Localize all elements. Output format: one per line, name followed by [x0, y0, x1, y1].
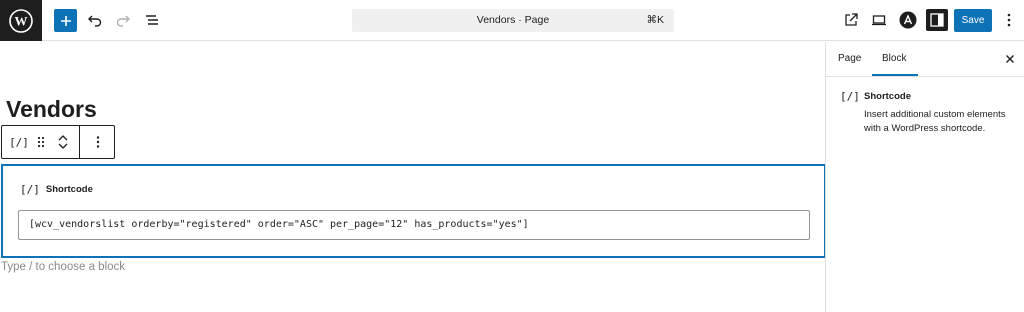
shortcode-value: [wcv_vendorslist orderby="registered" or… [29, 219, 529, 230]
block-card-title: Shortcode [864, 91, 911, 102]
document-title: Vendors · Page [476, 14, 550, 26]
tab-block[interactable]: Block [882, 53, 906, 64]
list-view-button[interactable] [140, 8, 164, 32]
close-sidebar-button[interactable] [1002, 51, 1018, 67]
editor-header: W Vendors · Page ⌘K Save [0, 0, 1024, 41]
block-card-description: Insert additional custom elements with a… [864, 109, 1006, 134]
sidebar-toggle-icon [930, 13, 944, 27]
list-view-icon [146, 15, 158, 25]
tab-page[interactable]: Page [838, 53, 861, 64]
active-tab-indicator [872, 74, 918, 76]
editor-canvas: Vendors [/] [/] Shortcode [wcv_vendorsli… [0, 42, 826, 312]
block-card-icon: [/] [840, 90, 860, 103]
settings-toggle-button[interactable] [926, 9, 948, 31]
command-shortcut: ⌘K [646, 14, 664, 26]
block-mover [52, 126, 74, 158]
options-button[interactable] [997, 8, 1021, 32]
chevron-down-icon[interactable] [57, 142, 69, 151]
toolbar-divider [79, 126, 80, 158]
page-title[interactable]: Vendors [6, 96, 97, 123]
chevron-up-icon[interactable] [57, 133, 69, 142]
plus-icon [60, 15, 71, 26]
astra-settings-button[interactable] [896, 8, 920, 32]
view-page-button[interactable] [839, 8, 863, 32]
undo-icon [88, 15, 102, 27]
vertical-ellipsis-icon [96, 136, 100, 148]
add-block-button[interactable] [54, 9, 77, 32]
shortcode-block[interactable]: [/] Shortcode [wcv_vendorslist orderby="… [1, 164, 826, 258]
drag-handle[interactable] [32, 126, 50, 158]
close-icon [1006, 55, 1014, 63]
settings-sidebar: Page Block [/] Shortcode Insert addition… [825, 42, 1024, 312]
shortcode-icon: [/] [20, 183, 40, 196]
save-button[interactable]: Save [954, 9, 992, 32]
redo-button[interactable] [111, 8, 135, 32]
shortcode-label: Shortcode [45, 184, 93, 195]
shortcode-input[interactable]: [wcv_vendorslist orderby="registered" or… [18, 210, 810, 240]
block-appender-placeholder[interactable]: Type / to choose a block [1, 261, 125, 273]
wordpress-logo-icon[interactable]: W [0, 0, 42, 41]
block-options-button[interactable] [86, 126, 110, 158]
shortcode-block-header: [/] Shortcode [20, 183, 93, 196]
svg-text:W: W [15, 13, 28, 28]
astra-logo-icon [899, 11, 917, 29]
undo-button[interactable] [83, 8, 107, 32]
preview-button[interactable] [867, 8, 891, 32]
sidebar-tabs: Page Block [826, 42, 1024, 77]
block-toolbar: [/] [1, 125, 115, 159]
vertical-ellipsis-icon [1007, 13, 1011, 27]
redo-icon [116, 15, 130, 27]
external-link-icon [845, 13, 858, 26]
desktop-preview-icon [872, 15, 886, 26]
block-type-button[interactable]: [/] [8, 126, 30, 158]
drag-handle-icon [37, 136, 45, 148]
command-palette-bar[interactable]: Vendors · Page ⌘K [352, 9, 674, 32]
